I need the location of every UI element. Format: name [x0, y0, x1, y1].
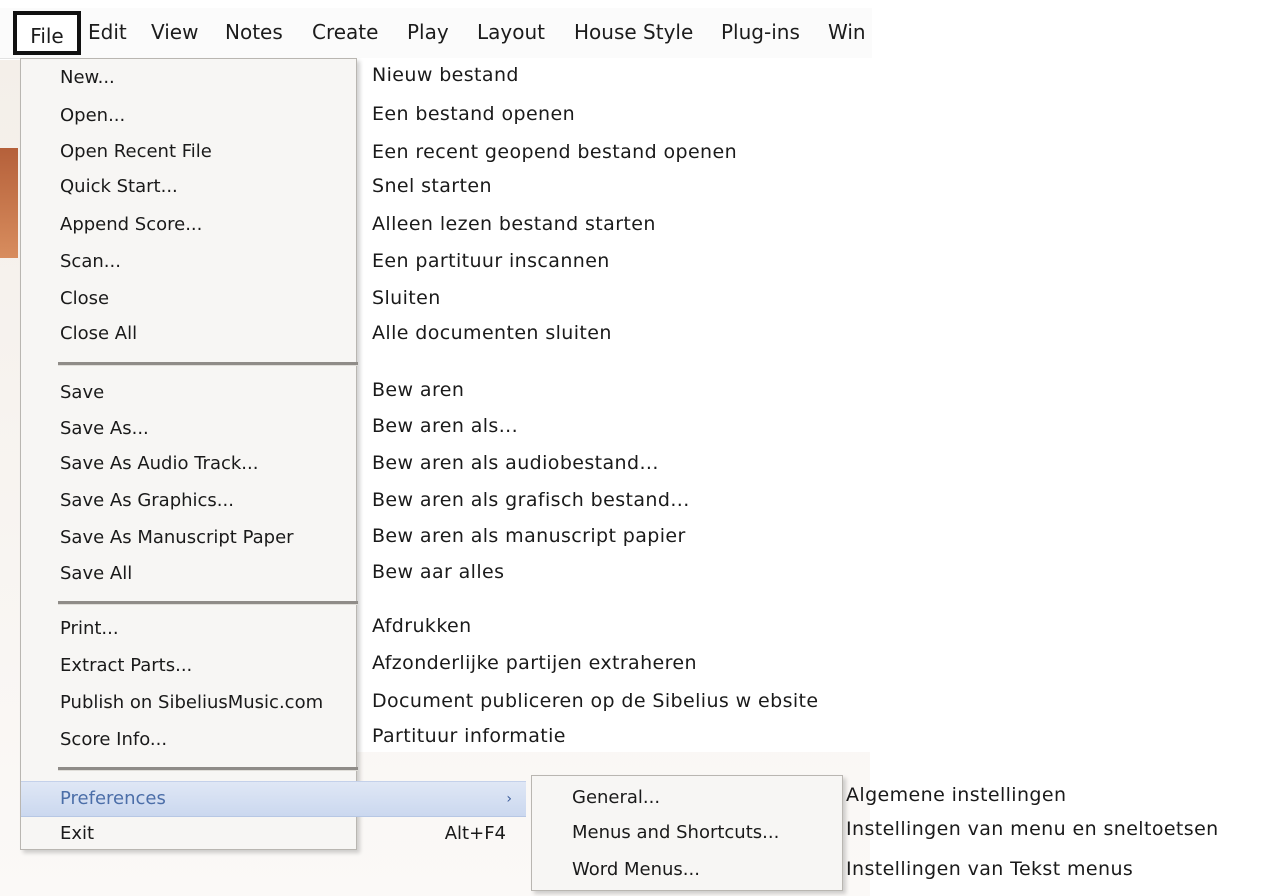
- item-description: Bew aren als audiobestand...: [372, 452, 659, 474]
- menu-plug-ins[interactable]: Plug-ins: [721, 8, 800, 56]
- menu-item-label: Scan...: [60, 251, 121, 272]
- menu-item-label: Close All: [60, 323, 138, 344]
- menu-item-open-recent-file[interactable]: Open Recent File: [21, 135, 356, 169]
- file-menu: New... Open... Open Recent File Quick St…: [20, 58, 526, 850]
- item-description: Bew aren als...: [372, 415, 519, 437]
- menu-item-label: Open Recent File: [60, 141, 212, 162]
- submenu-description: Algemene instellingen: [846, 784, 1067, 806]
- menu-item-shortcut: Alt+F4: [444, 823, 506, 844]
- item-description: Document publiceren op de Sibelius w ebs…: [372, 690, 819, 712]
- background-score-edge: [0, 148, 18, 258]
- menu-view[interactable]: View: [151, 8, 198, 56]
- submenu-item-word-menus[interactable]: Word Menus...: [572, 859, 700, 880]
- item-description: Een bestand openen: [372, 103, 576, 125]
- menu-item-score-info[interactable]: Score Info...: [21, 723, 356, 757]
- item-description: Nieuw bestand: [372, 64, 519, 86]
- menu-item-close[interactable]: Close: [21, 282, 356, 316]
- menu-item-save-all[interactable]: Save All: [21, 557, 356, 591]
- menu-item-quick-start[interactable]: Quick Start...: [21, 170, 356, 204]
- menu-item-scan[interactable]: Scan...: [21, 245, 356, 279]
- menu-item-append-score[interactable]: Append Score...: [21, 208, 356, 242]
- menu-window[interactable]: Win: [828, 8, 866, 56]
- submenu-description: Instellingen van Tekst menus: [846, 858, 1134, 880]
- menu-item-label: Save As Graphics...: [60, 490, 234, 511]
- menu-item-label: Extract Parts...: [60, 655, 193, 676]
- menu-item-label: Save: [60, 382, 105, 403]
- item-description: Snel starten: [372, 175, 492, 197]
- menu-item-label: Print...: [60, 618, 119, 639]
- menu-item-label: Save All: [60, 563, 133, 584]
- item-description: Bew aar alles: [372, 561, 505, 583]
- menu-item-preferences[interactable]: Preferences ›: [21, 781, 526, 817]
- menu-item-label: Append Score...: [60, 214, 203, 235]
- item-description: Sluiten: [372, 287, 441, 309]
- menu-play[interactable]: Play: [407, 8, 449, 56]
- submenu-item-menus-and-shortcuts[interactable]: Menus and Shortcuts...: [572, 822, 779, 843]
- item-description: Bew aren als grafisch bestand...: [372, 489, 690, 511]
- menu-separator: [58, 362, 358, 366]
- menu-item-open[interactable]: Open...: [21, 99, 356, 133]
- menu-item-publish[interactable]: Publish on SibeliusMusic.com: [21, 686, 356, 720]
- menu-item-extract-parts[interactable]: Extract Parts...: [21, 649, 356, 683]
- menu-item-label: Open...: [60, 105, 126, 126]
- menu-item-save[interactable]: Save: [21, 376, 356, 410]
- menu-item-save-as[interactable]: Save As...: [21, 412, 356, 446]
- item-description: Bew aren: [372, 379, 465, 401]
- preferences-submenu: General... Menus and Shortcuts... Word M…: [531, 775, 843, 891]
- menu-item-print[interactable]: Print...: [21, 612, 356, 646]
- menu-item-save-as-manuscript-paper[interactable]: Save As Manuscript Paper: [21, 521, 356, 555]
- menubar: File Edit View Notes Create Play Layout …: [0, 8, 872, 59]
- item-description: Een partituur inscannen: [372, 250, 610, 272]
- menu-house-style[interactable]: House Style: [574, 8, 693, 56]
- menu-separator: [58, 601, 358, 605]
- item-description: Een recent geopend bestand openen: [372, 141, 738, 163]
- submenu-item-general[interactable]: General...: [572, 787, 660, 808]
- menu-item-label: Save As Manuscript Paper: [60, 527, 294, 548]
- menu-item-label: Publish on SibeliusMusic.com: [60, 692, 324, 713]
- menu-file[interactable]: File: [13, 11, 81, 55]
- menu-create[interactable]: Create: [312, 8, 378, 56]
- menu-item-label: New...: [60, 67, 115, 88]
- item-description: Afzonderlijke partijen extraheren: [372, 652, 697, 674]
- item-description: Afdrukken: [372, 615, 472, 637]
- menu-separator: [58, 767, 358, 771]
- menu-layout[interactable]: Layout: [477, 8, 545, 56]
- menu-item-label: Close: [60, 288, 110, 309]
- menu-item-save-as-audio-track[interactable]: Save As Audio Track...: [21, 447, 356, 481]
- menu-item-label: Quick Start...: [60, 176, 178, 197]
- item-description: Bew aren als manuscript papier: [372, 525, 686, 547]
- menu-item-label: Save As Audio Track...: [60, 453, 259, 474]
- menu-item-label: Score Info...: [60, 729, 168, 750]
- menu-edit[interactable]: Edit: [88, 8, 127, 56]
- menu-item-save-as-graphics[interactable]: Save As Graphics...: [21, 484, 356, 518]
- submenu-arrow-icon: ›: [506, 791, 512, 807]
- menu-item-exit[interactable]: Exit Alt+F4: [21, 817, 526, 851]
- menu-item-label: Preferences: [60, 788, 166, 809]
- menu-item-new[interactable]: New...: [21, 61, 356, 95]
- menu-item-label: Save As...: [60, 418, 149, 439]
- menu-notes[interactable]: Notes: [225, 8, 283, 56]
- item-description: Alle documenten sluiten: [372, 322, 612, 344]
- item-description: Alleen lezen bestand starten: [372, 213, 656, 235]
- menu-item-label: Exit: [60, 823, 95, 844]
- item-description: Partituur informatie: [372, 725, 566, 747]
- menu-item-close-all[interactable]: Close All: [21, 317, 356, 351]
- submenu-description: Instellingen van menu en sneltoetsen: [846, 818, 1219, 840]
